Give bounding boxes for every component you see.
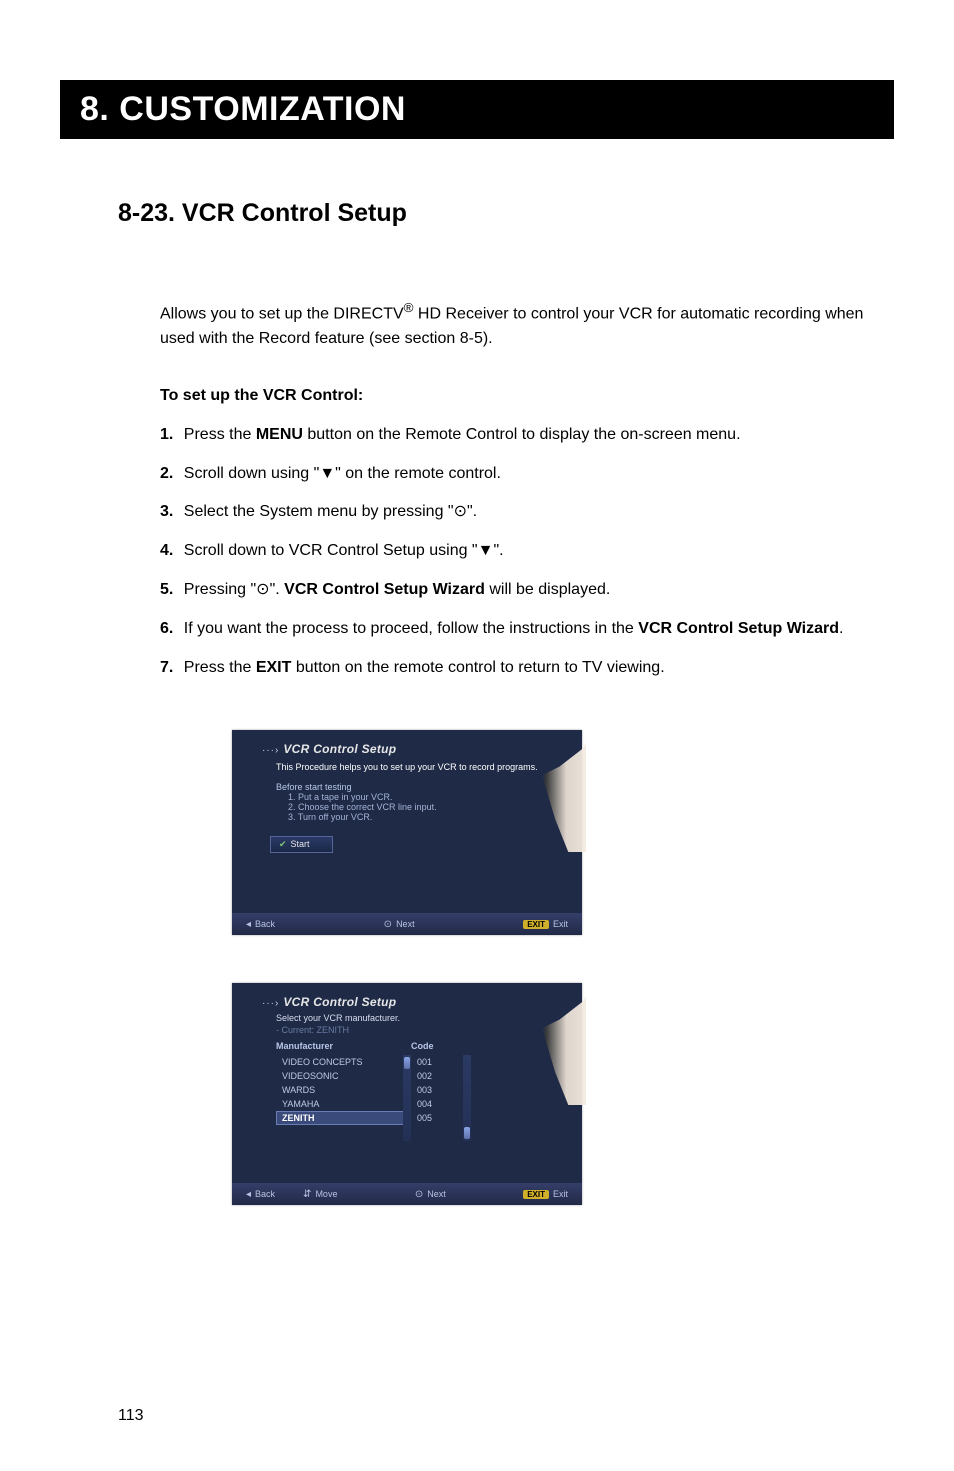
back-action[interactable]: ◂Back — [246, 919, 275, 930]
next-action[interactable]: ⊙Next — [384, 919, 415, 930]
step-number: 6. — [160, 620, 173, 637]
step-number: 1. — [160, 426, 173, 443]
pretest-step-2: 2. Choose the correct VCR line input. — [276, 802, 570, 812]
step-2: 2. Scroll down using "▼" on the remote c… — [160, 462, 864, 487]
breadcrumb: ···› VCR Control Setup — [232, 730, 582, 756]
steps-list: 1. Press the MENU button on the Remote C… — [160, 423, 864, 681]
footer-bar: ◂Back ⇵Move ⊙Next EXITExit — [232, 1183, 582, 1205]
back-arrow-icon: ◂ — [246, 919, 251, 930]
page-number: 113 — [118, 1407, 144, 1425]
step-4: 4. Scroll down to VCR Control Setup usin… — [160, 539, 864, 564]
next-action[interactable]: ⊙Next — [415, 1189, 446, 1200]
step-1: 1. Press the MENU button on the Remote C… — [160, 423, 864, 448]
breadcrumb-title: VCR Control Setup — [283, 995, 396, 1009]
start-button[interactable]: ✔ Start — [270, 836, 333, 853]
select-icon: ⊙ — [454, 503, 467, 520]
list-item[interactable]: YAMAHA — [276, 1097, 411, 1111]
back-action[interactable]: ◂Back — [246, 1189, 275, 1200]
list-item[interactable]: VIDEOSONIC — [276, 1069, 411, 1083]
step-number: 3. — [160, 503, 173, 520]
manufacturer-header: Manufacturer — [276, 1041, 411, 1051]
exit-badge: EXIT — [523, 920, 549, 929]
step-number: 5. — [160, 581, 173, 598]
intro-paragraph: Allows you to set up the DIRECTV® HD Rec… — [160, 298, 864, 352]
screen-description: Select your VCR manufacturer. — [276, 1013, 570, 1023]
wizard-label: VCR Control Setup Wizard — [284, 581, 485, 598]
exit-action[interactable]: EXITExit — [523, 1189, 568, 1199]
procedure-heading: To set up the VCR Control: — [160, 384, 864, 409]
breadcrumb: ···› VCR Control Setup — [232, 983, 582, 1009]
list-item[interactable]: WARDS — [276, 1083, 411, 1097]
registered-mark: ® — [404, 300, 414, 315]
footer-bar: ◂Back ⊙Next EXITExit — [232, 913, 582, 935]
step-3: 3. Select the System menu by pressing "⊙… — [160, 500, 864, 525]
exit-badge: EXIT — [523, 1190, 549, 1199]
before-testing-label: Before start testing — [276, 782, 570, 792]
breadcrumb-arrow-icon: ···› — [262, 998, 279, 1009]
exit-label: EXIT — [256, 659, 292, 676]
list-item[interactable]: 001 — [411, 1055, 471, 1069]
down-arrow-icon: ▼ — [478, 542, 494, 559]
menu-label: MENU — [256, 426, 303, 443]
step-number: 7. — [160, 659, 173, 676]
code-header: Code — [411, 1041, 471, 1051]
screen-description: This Procedure helps you to set up your … — [276, 762, 570, 772]
intro-text-a: Allows you to set up the DIRECTV — [160, 305, 404, 322]
vcr-setup-screenshot-2: ···› VCR Control Setup Select your VCR ma… — [232, 983, 582, 1205]
list-item[interactable]: 002 — [411, 1069, 471, 1083]
exit-action[interactable]: EXITExit — [523, 919, 568, 929]
step-6: 6. If you want the process to proceed, f… — [160, 617, 864, 642]
move-icon: ⇵ — [303, 1189, 311, 1200]
back-arrow-icon: ◂ — [246, 1189, 251, 1200]
scrollbar[interactable] — [463, 1055, 471, 1141]
step-7: 7. Press the EXIT button on the remote c… — [160, 656, 864, 681]
down-arrow-icon: ▼ — [319, 465, 335, 482]
step-5: 5. Pressing "⊙". VCR Control Setup Wizar… — [160, 578, 864, 603]
step-number: 2. — [160, 465, 173, 482]
list-item[interactable]: VIDEO CONCEPTS — [276, 1055, 411, 1069]
select-icon: ⊙ — [384, 919, 392, 930]
select-icon: ⊙ — [415, 1189, 423, 1200]
move-action[interactable]: ⇵Move — [303, 1189, 337, 1200]
scrollbar[interactable] — [403, 1055, 411, 1141]
select-icon: ⊙ — [256, 581, 269, 598]
current-selection-label: - Current: ZENITH — [276, 1025, 570, 1035]
list-item[interactable]: 004 — [411, 1097, 471, 1111]
section-heading: 8-23. VCR Control Setup — [118, 199, 954, 228]
start-button-label: Start — [291, 839, 310, 849]
list-item[interactable]: 005 — [411, 1111, 471, 1125]
code-listbox[interactable]: 001 002 003 004 005 — [411, 1055, 471, 1141]
breadcrumb-arrow-icon: ···› — [262, 745, 279, 756]
manufacturer-listbox[interactable]: VIDEO CONCEPTS VIDEOSONIC WARDS YAMAHA Z… — [276, 1055, 411, 1141]
scroll-thumb[interactable] — [404, 1057, 410, 1069]
list-item[interactable]: 003 — [411, 1083, 471, 1097]
check-icon: ✔ — [279, 839, 287, 849]
list-item-selected[interactable]: ZENITH — [276, 1111, 411, 1125]
pretest-step-3: 3. Turn off your VCR. — [276, 812, 570, 822]
chapter-title: 8. CUSTOMIZATION — [60, 80, 894, 139]
wizard-label: VCR Control Setup Wizard — [638, 620, 839, 637]
step-number: 4. — [160, 542, 173, 559]
pretest-step-1: 1. Put a tape in your VCR. — [276, 792, 570, 802]
breadcrumb-title: VCR Control Setup — [283, 742, 396, 756]
vcr-setup-screenshot-1: ···› VCR Control Setup This Procedure hel… — [232, 730, 582, 935]
scroll-thumb[interactable] — [464, 1127, 470, 1139]
